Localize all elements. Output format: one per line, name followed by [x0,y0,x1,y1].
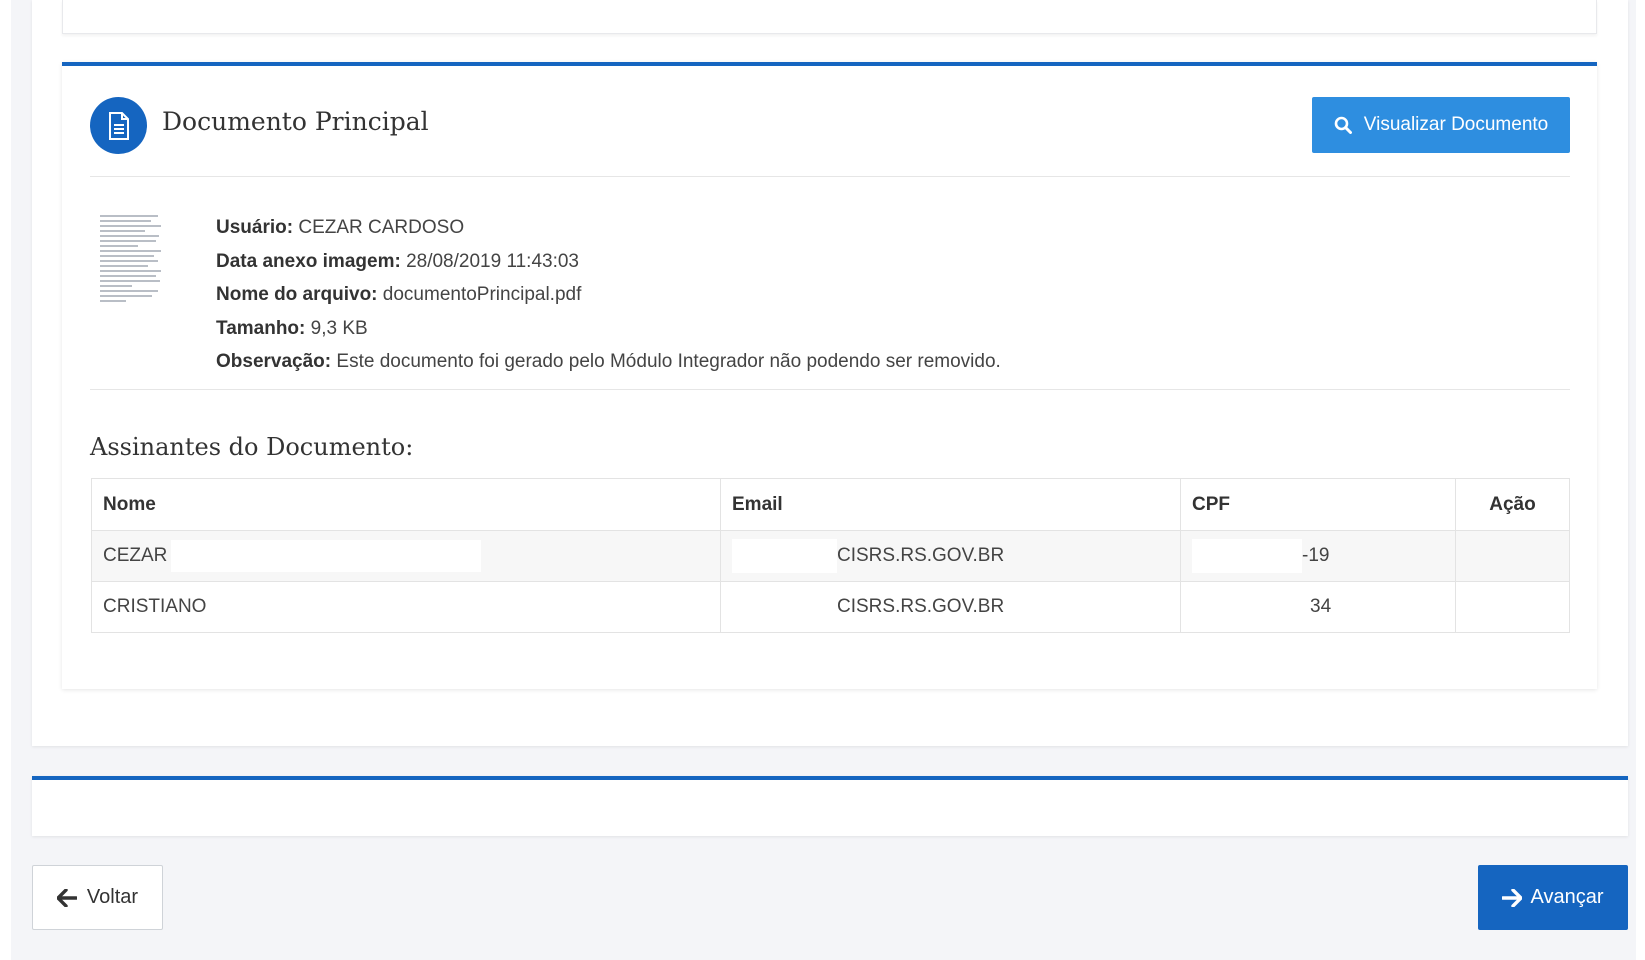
document-icon [90,97,147,154]
next-button[interactable]: Avançar [1478,865,1628,930]
next-label: Avançar [1530,886,1604,908]
header-divider [90,176,1570,177]
signer-action-cell [1455,581,1570,633]
document-metadata: Usuário: CEZAR CARDOSO Data anexo imagem… [216,211,1001,379]
signer-action-cell [1455,530,1570,582]
meta-date: Data anexo imagem: 28/08/2019 11:43:03 [216,250,579,272]
redaction [732,539,837,573]
column-header-action: Ação [1455,478,1570,531]
back-button[interactable]: Voltar [32,865,163,930]
signer-cpf-cell: -19 [1180,530,1456,582]
column-header-cpf[interactable]: CPF [1180,478,1456,531]
redaction [1192,539,1302,573]
back-label: Voltar [86,886,139,908]
table-header-row: Nome Email CPF Ação [91,478,1570,531]
signer-name-cell: CEZAR [91,530,721,582]
previous-card [62,0,1597,34]
page-edge [1636,0,1645,960]
document-header: Documento Principal Visualizar Documento [90,97,1570,179]
meta-divider [90,389,1570,390]
table-row: CRISTIANO CISRS.RS.GOV.BR 34 [91,581,1570,633]
meta-user: Usuário: CEZAR CARDOSO [216,217,465,238]
search-icon [1334,116,1352,134]
document-title: Documento Principal [162,107,429,136]
meta-note: Observação: Este documento foi gerado pe… [216,351,1001,372]
redaction [1192,590,1310,624]
meta-filename: Nome do arquivo: documentoPrincipal.pdf [216,284,582,305]
signer-name-cell: CRISTIANO [91,581,721,633]
redaction [732,590,837,624]
signer-email-cell: CISRS.RS.GOV.BR [720,581,1181,633]
view-document-label: Visualizar Documento [1363,114,1549,135]
empty-section-card [32,776,1628,836]
column-header-name[interactable]: Nome [91,478,721,531]
arrow-right-icon [1502,888,1523,907]
meta-size: Tamanho: 9,3 KB [216,317,368,339]
signer-email-cell: CISRS.RS.GOV.BR [720,530,1181,582]
view-document-button[interactable]: Visualizar Documento [1312,97,1570,153]
signers-table: Nome Email CPF Ação CEZAR CISRS.RS.GOV.B… [91,478,1570,633]
main-document-card: Documento Principal Visualizar Documento… [62,62,1597,689]
redaction [171,540,482,572]
signers-heading: Assinantes do Documento: [90,433,414,461]
column-header-email[interactable]: Email [720,478,1181,531]
arrow-left-icon [56,888,77,907]
signer-cpf-cell: 34 [1180,581,1456,633]
table-row: CEZAR CISRS.RS.GOV.BR -19 [91,530,1570,582]
document-thumbnail[interactable] [100,212,164,324]
